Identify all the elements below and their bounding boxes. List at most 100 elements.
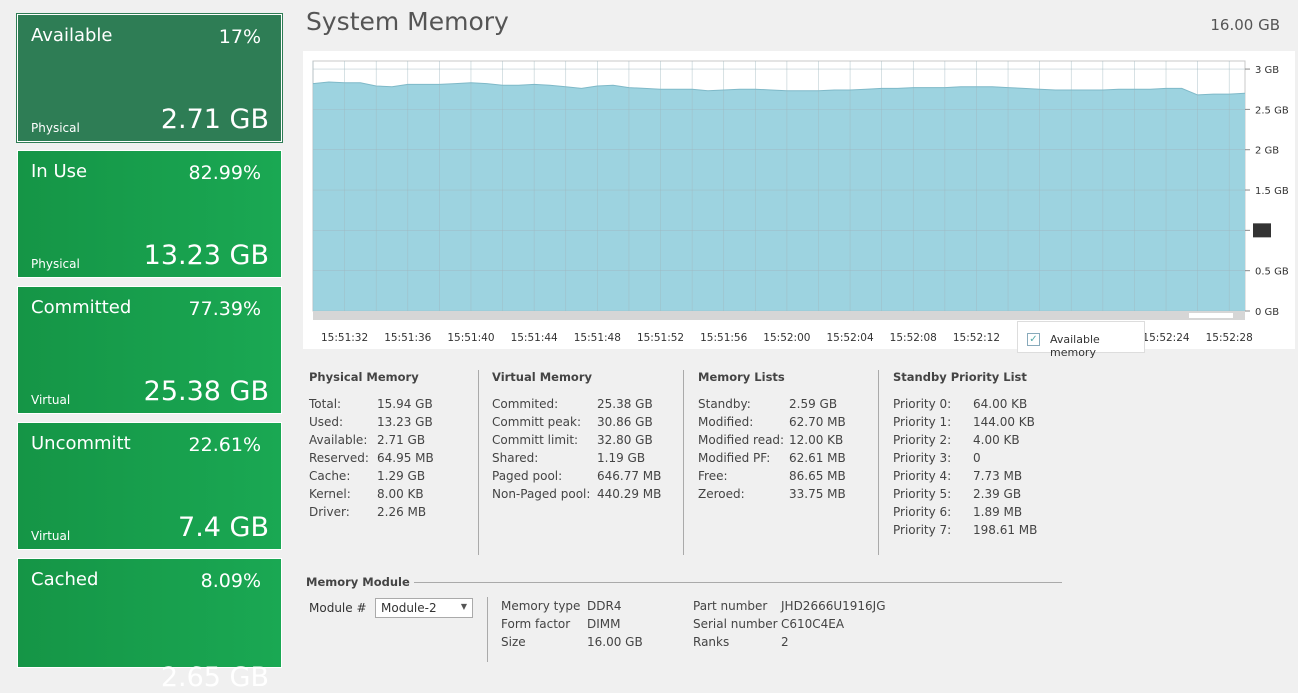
info-value: 12.00 KB xyxy=(789,433,844,447)
info-value: 4.00 KB xyxy=(973,433,1020,447)
module-number-label: Module # xyxy=(309,601,367,615)
info-value: 2.39 GB xyxy=(973,487,1022,501)
tile-subtitle: Physical xyxy=(31,121,80,135)
tile-name: Committed xyxy=(31,297,132,318)
divider xyxy=(683,370,684,555)
info-key: Standby: xyxy=(698,397,751,411)
info-row: Priority 7: 198.61 MB xyxy=(893,523,1037,541)
tile-value: 7.4 GB xyxy=(178,512,269,543)
info-value: 32.80 GB xyxy=(597,433,653,447)
info-row: Priority 1: 144.00 KB xyxy=(893,415,1037,433)
y-tick-label: 1.5 GB xyxy=(1255,186,1289,197)
area-series xyxy=(313,82,1245,311)
memory-tiles: Available 17% Physical 2.71 GB In Use 82… xyxy=(16,13,284,693)
info-key: Priority 3: xyxy=(893,451,952,465)
info-row: Modified PF: 62.61 MB xyxy=(698,451,846,469)
x-tick-label: 15:51:40 xyxy=(447,332,494,344)
info-row: Modified: 62.70 MB xyxy=(698,415,846,433)
info-row: Priority 0: 64.00 KB xyxy=(893,397,1037,415)
chart-svg: 3 GB 2.5 GB 2 GB 1.5 GB 0.5 GB 0 GB 15:51:32 15… xyxy=(312,60,1289,344)
x-tick-label: 15:52:24 xyxy=(1142,332,1189,344)
x-tick-label: 15:51:32 xyxy=(321,332,368,344)
info-value: 62.70 MB xyxy=(789,415,846,429)
info-value: 1.19 GB xyxy=(597,451,646,465)
info-value: 15.94 GB xyxy=(377,397,433,411)
info-value: 64.95 MB xyxy=(377,451,434,465)
divider xyxy=(487,597,488,662)
info-row: Memory type DDR4 xyxy=(501,599,643,617)
section-title: Standby Priority List xyxy=(893,370,1027,384)
tile-in-use[interactable]: In Use 82.99% Physical 13.23 GB xyxy=(17,150,282,278)
info-key: Part number xyxy=(693,599,768,613)
tile-name: Uncommitt xyxy=(31,433,131,454)
tile-value: 13.23 GB xyxy=(143,240,269,271)
info-key: Priority 2: xyxy=(893,433,952,447)
info-row: Zeroed: 33.75 MB xyxy=(698,487,846,505)
info-key: Modified PF: xyxy=(698,451,771,465)
info-key: Ranks xyxy=(693,635,730,649)
info-value: 16.00 GB xyxy=(587,635,643,649)
y-tick-label: 0.5 GB xyxy=(1255,267,1289,278)
info-row: Priority 3: 0 xyxy=(893,451,1037,469)
info-key: Paged pool: xyxy=(492,469,563,483)
y-tick-label: 2.5 GB xyxy=(1255,105,1289,116)
tile-uncommitted[interactable]: Uncommitt 22.61% Virtual 7.4 GB xyxy=(17,422,282,550)
x-tick-label: 15:52:04 xyxy=(826,332,873,344)
tile-committed[interactable]: Committed 77.39% Virtual 25.38 GB xyxy=(17,286,282,414)
tile-value: 2.71 GB xyxy=(160,104,269,135)
info-value: C610C4EA xyxy=(781,617,845,631)
module-details-right: Part number JHD2666U1916JG Serial number C6… xyxy=(693,599,886,653)
info-value: 8.00 KB xyxy=(377,487,424,501)
info-value: 64.00 KB xyxy=(973,397,1028,411)
info-value: 62.61 MB xyxy=(789,451,846,465)
info-key: Priority 7: xyxy=(893,523,952,537)
legend-label: Available memory xyxy=(1050,333,1100,359)
info-key: Kernel: xyxy=(309,487,351,501)
tile-available[interactable]: Available 17% Physical 2.71 GB xyxy=(16,13,283,143)
page-title: System Memory xyxy=(306,7,509,36)
info-key: Available: xyxy=(309,433,368,447)
info-row: Cache: 1.29 GB xyxy=(309,469,434,487)
info-value: 33.75 MB xyxy=(789,487,846,501)
divider xyxy=(478,370,479,555)
info-value: 2.59 GB xyxy=(789,397,838,411)
info-key: Priority 1: xyxy=(893,415,952,429)
x-tick-label: 15:51:56 xyxy=(700,332,747,344)
info-key: Non-Paged pool: xyxy=(492,487,591,501)
y-tick-label: 3 GB xyxy=(1255,65,1279,76)
tile-value: 2.65 GB xyxy=(160,662,269,693)
tile-percent: 82.99% xyxy=(188,162,261,184)
tile-cached[interactable]: Cached 8.09% 2.65 GB xyxy=(17,558,282,693)
y-tick-label: 2 GB xyxy=(1255,146,1279,157)
info-key: Priority 0: xyxy=(893,397,952,411)
info-key: Total: xyxy=(309,397,342,411)
y-tick-marker xyxy=(1253,223,1271,238)
x-tick-label: 15:52:00 xyxy=(763,332,810,344)
checkbox-icon[interactable]: ✓ xyxy=(1027,333,1040,346)
x-tick-label: 15:52:28 xyxy=(1206,332,1253,344)
info-row: Committ limit: 32.80 GB xyxy=(492,433,661,451)
info-row: Reserved: 64.95 MB xyxy=(309,451,434,469)
info-value: 144.00 KB xyxy=(973,415,1035,429)
tile-name: Cached xyxy=(31,569,99,590)
info-row: Non-Paged pool: 440.29 MB xyxy=(492,487,661,505)
section-title: Memory Lists xyxy=(698,370,785,384)
info-value: 7.73 MB xyxy=(973,469,1023,483)
chart-legend[interactable]: ✓ Available memory xyxy=(1017,321,1145,359)
virtual-memory-section: Virtual Memory Commited: 25.38 GB Committ … xyxy=(492,370,661,505)
module-details-left: Memory type DDR4 Form factor DIMM Size 16.00 … xyxy=(501,599,643,653)
x-tick-label: 15:51:44 xyxy=(511,332,558,344)
info-row: Modified read: 12.00 KB xyxy=(698,433,846,451)
scrollbar-track xyxy=(313,311,1245,320)
tile-percent: 8.09% xyxy=(200,570,261,592)
y-tick-label: 0 GB xyxy=(1255,307,1279,318)
info-row: Commited: 25.38 GB xyxy=(492,397,661,415)
info-row: Available: 2.71 GB xyxy=(309,433,434,451)
module-select[interactable]: Module-2 ▼ xyxy=(375,598,473,618)
info-row: Committ peak: 30.86 GB xyxy=(492,415,661,433)
info-value: 13.23 GB xyxy=(377,415,433,429)
info-key: Modified read: xyxy=(698,433,785,447)
tile-name: Available xyxy=(31,25,113,46)
x-tick-label: 15:51:36 xyxy=(384,332,431,344)
scrollbar-thumb xyxy=(1189,313,1233,318)
